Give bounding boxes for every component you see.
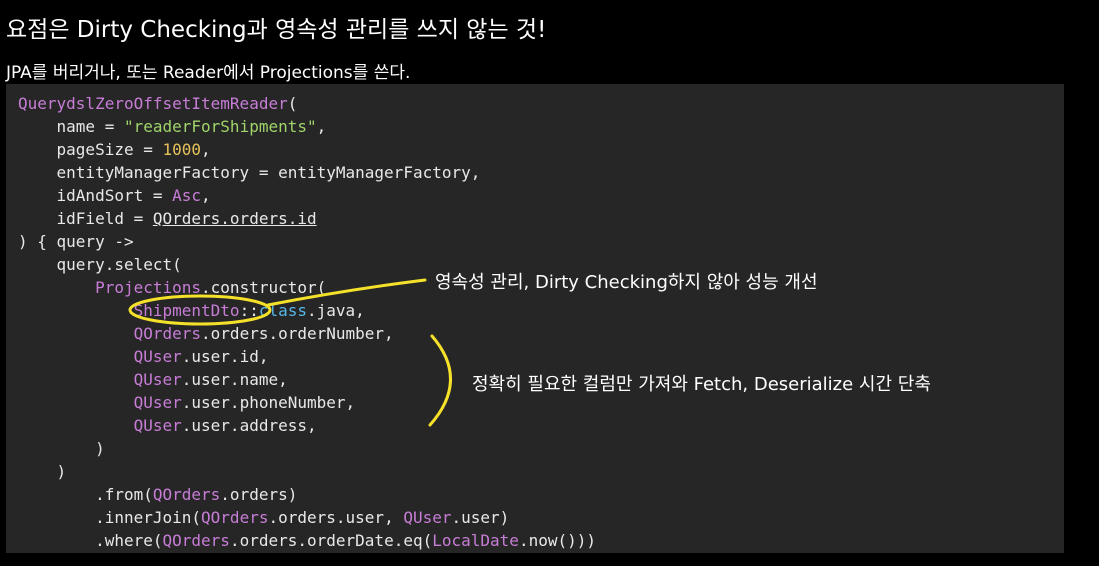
token-text: name =: [18, 117, 124, 136]
token-text: ) { query ->: [18, 232, 134, 251]
token-text: .orders): [220, 485, 298, 504]
token-text: ,: [201, 140, 211, 159]
token-text: ): [18, 439, 105, 458]
token-text: .user): [451, 508, 510, 527]
token-text: idField =: [18, 209, 153, 228]
token-class: QUser: [133, 347, 182, 366]
token-text: .where(: [18, 531, 163, 550]
token-text: .constructor(: [201, 278, 327, 297]
slide-title: 요점은 Dirty Checking과 영속성 관리를 쓰지 않는 것!: [6, 17, 547, 43]
token-class: QUser: [133, 393, 182, 412]
token-class: QUser: [133, 370, 182, 389]
code-line-20: .where(QOrders.orders.orderDate.eq(Local…: [18, 529, 596, 552]
token-text: .orders.user,: [268, 508, 404, 527]
token-text: ,: [316, 117, 327, 136]
token-text: (: [287, 94, 298, 113]
token-text: entityManagerFactory = entityManagerFact…: [18, 163, 481, 182]
slide-subtitle: JPA를 버리거나, 또는 Reader에서 Projections를 쓴다.: [6, 63, 411, 83]
token-class: QuerydslZeroOffsetItemReader: [18, 94, 288, 113]
token-text: .user.id,: [181, 347, 269, 366]
token-text: ): [18, 462, 67, 481]
token-class: LocalDate: [432, 531, 519, 550]
annotation-persistence: 영속성 관리, Dirty Checking하지 않아 성능 개선: [435, 272, 818, 293]
annotation-fetch: 정확히 필요한 컬럼만 가져와 Fetch, Deserialize 시간 단축: [472, 374, 931, 395]
token-underlined: QOrders.orders.id: [152, 209, 317, 228]
token-class: QUser: [133, 416, 182, 435]
token-enum: Asc: [172, 186, 202, 205]
token-text: query.select(: [18, 255, 182, 274]
code-line-17: ): [18, 460, 596, 483]
token-class: ShipmentDto: [133, 301, 240, 320]
token-text: .user.phoneNumber,: [181, 393, 356, 412]
token-text: .now())): [518, 531, 596, 550]
token-text: idAndSort =: [18, 186, 173, 205]
code-line-6: idField = QOrders.orders.id: [18, 207, 596, 230]
code-line-11: QOrders.orders.orderNumber,: [18, 322, 596, 345]
code-line-2: name = "readerForShipments",: [18, 115, 596, 138]
code-line-15: QUser.user.address,: [18, 414, 596, 437]
code-text: QuerydslZeroOffsetItemReader( name = "re…: [18, 92, 596, 552]
code-line-19: .innerJoin(QOrders.orders.user, QUser.us…: [18, 506, 596, 529]
token-text: .orders.orderNumber,: [201, 324, 394, 343]
token-class: QOrders: [133, 324, 202, 343]
token-class: QUser: [403, 508, 452, 527]
code-line-7: ) { query ->: [18, 230, 596, 253]
token-text: .innerJoin(: [18, 508, 202, 527]
code-block: QuerydslZeroOffsetItemReader( name = "re…: [6, 84, 1064, 553]
token-text: .java,: [307, 301, 365, 320]
code-line-3: pageSize = 1000,: [18, 138, 596, 161]
token-text: ,: [201, 186, 211, 205]
token-class: QOrders: [162, 531, 230, 550]
token-class: Projections: [95, 278, 202, 297]
token-text: .user.address,: [181, 416, 317, 435]
code-line-16: ): [18, 437, 596, 460]
code-line-12: QUser.user.id,: [18, 345, 596, 368]
token-string: "readerForShipments": [123, 117, 317, 136]
code-line-1: QuerydslZeroOffsetItemReader(: [18, 92, 596, 115]
code-line-4: entityManagerFactory = entityManagerFact…: [18, 161, 596, 184]
code-line-18: .from(QOrders.orders): [18, 483, 596, 506]
token-text: .orders.orderDate.eq(: [229, 531, 433, 550]
code-line-10: ShipmentDto::class.java,: [18, 299, 596, 322]
token-class: QOrders: [201, 508, 269, 527]
token-class: QOrders: [152, 485, 221, 504]
token-text: pageSize =: [18, 140, 163, 159]
token-keyword: class: [258, 301, 307, 320]
token-text: .user.name,: [181, 370, 288, 389]
token-number: 1000: [162, 140, 202, 159]
token-text: .from(: [18, 485, 153, 504]
token-text: ::: [239, 301, 259, 320]
code-line-5: idAndSort = Asc,: [18, 184, 596, 207]
